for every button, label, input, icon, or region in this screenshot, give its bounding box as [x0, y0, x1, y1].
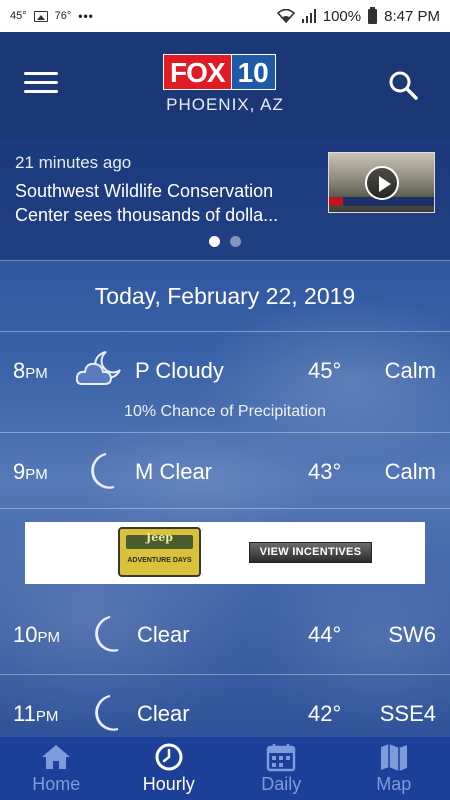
news-headline[interactable]: Southwest Wildlife Conservation Center s…	[15, 179, 315, 227]
hour-time: 9PM	[13, 459, 48, 484]
gallery-icon	[33, 10, 48, 22]
temperature: 44°	[308, 622, 342, 647]
calendar-icon	[267, 744, 296, 772]
bottom-nav: Home Hourly Daily Map	[0, 737, 450, 800]
precip-chance: 10% Chance of Precipitation	[124, 403, 326, 420]
map-icon	[380, 744, 407, 771]
ad-brand: Jeep	[146, 531, 173, 544]
moon-icon	[91, 453, 115, 489]
condition-text: M Clear	[135, 459, 213, 484]
news-timestamp: 21 minutes ago	[15, 153, 132, 172]
hourly-row: 8PM P Cloudy 45° Calm 10% Chance of Prec…	[0, 332, 450, 433]
carousel-pager	[0, 236, 450, 247]
more-notifications-icon: •••	[78, 9, 94, 23]
app-header: FOX 10 PHOENIX, AZ	[0, 32, 450, 137]
battery-percent: 100%	[322, 7, 362, 25]
nav-daily[interactable]: Daily	[225, 737, 338, 800]
signal-icon	[301, 9, 316, 23]
status-bar: 45° 76° ••• 100% 8:47 PM	[0, 0, 450, 32]
hour-time: 10PM	[13, 622, 60, 647]
nav-hourly[interactable]: Hourly	[113, 737, 226, 800]
battery-icon	[368, 6, 378, 24]
moon-icon	[95, 616, 119, 652]
view-incentives-button[interactable]: VIEW INCENTIVES	[249, 542, 372, 563]
hourly-row: 10PM Clear 44° SW6	[0, 598, 450, 675]
nav-home[interactable]: Home	[0, 737, 113, 800]
status-temp-2: 76°	[54, 10, 72, 22]
pager-dot-2[interactable]	[230, 236, 241, 247]
jeep-logo-badge: Jeep ADVENTURE DAYS	[118, 527, 201, 577]
condition-text: Clear	[137, 701, 190, 726]
logo-fox-text: FOX	[163, 54, 232, 90]
moon-cloud-icon	[76, 351, 121, 385]
wind: Calm	[384, 358, 436, 383]
status-temp: 45°	[10, 10, 27, 22]
condition-text: P Cloudy	[135, 358, 224, 383]
temperature: 42°	[308, 701, 342, 726]
clock-icon	[155, 743, 183, 771]
fox10-logo: FOX 10	[163, 54, 289, 90]
temperature: 43°	[308, 459, 342, 484]
news-carousel[interactable]: 21 minutes ago Southwest Wildlife Conser…	[0, 137, 450, 261]
ad-tagline: ADVENTURE DAYS	[127, 557, 192, 564]
hourly-row: 11PM Clear 42° SSE4	[0, 675, 450, 737]
hour-time: 8PM	[13, 358, 48, 383]
nav-map-label: Map	[376, 774, 412, 794]
wind: SSE4	[379, 701, 436, 726]
hour-time: 11PM	[13, 701, 59, 726]
play-icon[interactable]	[365, 166, 399, 200]
nav-map[interactable]: Map	[338, 737, 450, 800]
temperature: 45°	[308, 358, 342, 383]
logo-number-text: 10	[231, 54, 276, 90]
hamburger-icon	[24, 72, 58, 75]
news-video-thumbnail[interactable]	[328, 152, 435, 213]
moon-icon	[95, 695, 119, 731]
pager-dot-1[interactable]	[209, 236, 220, 247]
wind: Calm	[384, 459, 436, 484]
city-label: PHOENIX, AZ	[166, 95, 284, 114]
wind: SW6	[388, 622, 436, 647]
nav-daily-label: Daily	[261, 774, 302, 794]
wifi-icon	[276, 9, 295, 23]
nav-hourly-label: Hourly	[142, 774, 195, 794]
home-icon	[42, 745, 71, 769]
search-icon[interactable]	[386, 68, 420, 102]
date-heading: Today, February 22, 2019	[0, 262, 450, 332]
nav-home-label: Home	[32, 774, 81, 794]
jeep-ad-banner[interactable]: Jeep ADVENTURE DAYS VIEW INCENTIVES	[25, 522, 425, 584]
hourly-row: 9PM M Clear 43° Calm	[0, 433, 450, 509]
condition-text: Clear	[137, 622, 190, 647]
status-clock: 8:47 PM	[384, 7, 440, 25]
